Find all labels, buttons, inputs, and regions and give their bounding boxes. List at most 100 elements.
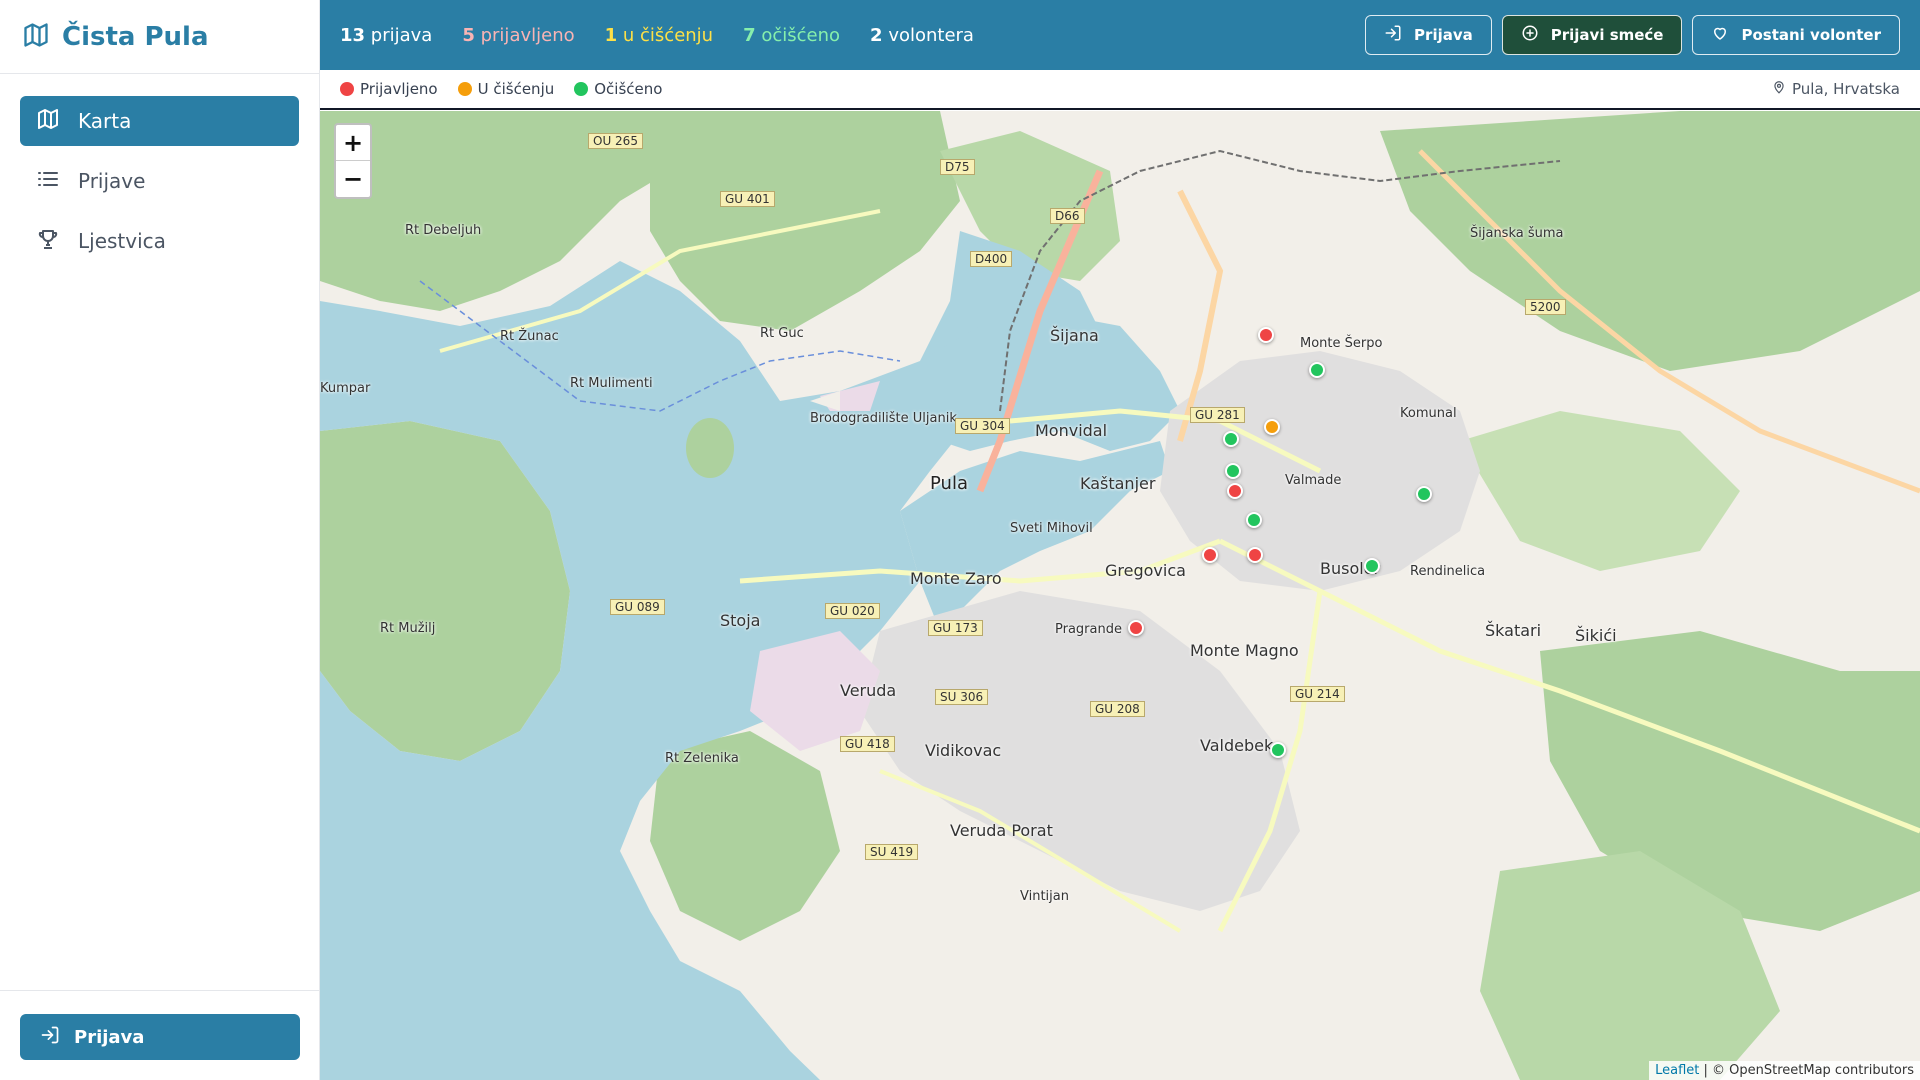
map-label-valmade: Valmade [1285,473,1342,488]
road-shield: D75 [940,159,975,175]
stat-label: prijavljeno [480,24,575,46]
road-shield: GU 173 [928,620,983,636]
list-icon [36,167,60,196]
map-attribution: Leaflet | © OpenStreetMap contributors [1649,1061,1920,1080]
map-marker-cleaned[interactable] [1416,486,1432,502]
road-shield: GU 020 [825,603,880,619]
map-label-veruda-porat: Veruda Porat [950,821,1053,840]
stat-cleaning: 1 u čišćenju [605,25,713,46]
topbar-actions: Prijava Prijavi smeće Postani volonter [1355,15,1920,55]
stat-total: 13 prijava [340,25,432,46]
sidebar: Čista Pula Karta Prijave Ljestvica Prija… [0,0,320,1080]
road-shield: D400 [970,251,1013,267]
report-trash-label: Prijavi smeće [1550,26,1664,44]
map-label-brodogradiliste: Brodogradilište Uljanik [810,411,957,426]
map-label-pula: Pula [930,473,968,494]
map-marker-reported[interactable] [1202,547,1218,563]
map-view[interactable]: Pula Šijana Monvidal Kaštanjer Sveti Mih… [320,111,1920,1080]
report-trash-button[interactable]: Prijavi smeće [1501,15,1683,55]
map-label-sijanska-suma: Šijanska šuma [1470,226,1564,241]
sidebar-item-karta[interactable]: Karta [20,96,299,146]
stat-count: 1 [604,24,618,46]
map-marker-reported[interactable] [1128,620,1144,636]
stat-count: 13 [340,24,366,46]
login-icon [40,1025,60,1050]
stat-cleaned: 7 očišćeno [743,25,840,46]
map-marker-reported[interactable] [1258,327,1274,343]
app-title: Čista Pula [62,21,209,52]
map-label-rt-muzilj: Rt Mužilj [380,621,436,636]
status-legend: Prijavljeno U čišćenju Očišćeno Pula, Hr… [320,70,1920,110]
map-marker-cleaned[interactable] [1364,558,1380,574]
map-label-kastanjer: Kaštanjer [1080,474,1156,493]
road-shield: D66 [1050,208,1085,224]
stat-count: 5 [462,24,475,46]
road-shield: GU 418 [840,736,895,752]
stat-label: u čišćenju [622,24,714,46]
heart-hand-icon [1711,24,1741,46]
sidebar-login-button[interactable]: Prijava [20,1014,300,1060]
brand[interactable]: Čista Pula [0,0,319,74]
legend-cleaned: Očišćeno [574,80,662,98]
login-button[interactable]: Prijava [1365,15,1492,55]
map-marker-reported[interactable] [1247,547,1263,563]
map-label-komunal: Komunal [1400,406,1457,421]
map-label-pragrande: Pragrande [1055,622,1122,637]
location-indicator: Pula, Hrvatska [1772,80,1920,98]
login-button-label: Prijava [1414,26,1473,44]
road-shield: SU 419 [865,844,919,860]
zoom-out-button[interactable]: − [336,161,370,197]
stat-volunteers: 2 volontera [870,25,974,46]
stat-label: očišćeno [761,24,841,46]
become-volunteer-button[interactable]: Postani volonter [1692,15,1900,55]
map-marker-cleaning[interactable] [1264,419,1280,435]
zoom-in-button[interactable]: + [336,125,370,161]
map-label-rt-mulimenti: Rt Mulimenti [570,376,653,391]
sidebar-login-label: Prijava [74,1026,145,1048]
map-label-skatari: Škatari [1485,621,1542,640]
green-dot-icon [574,82,589,96]
map-label-vidikovac: Vidikovac [925,741,1002,760]
sidebar-item-label: Ljestvica [78,229,166,253]
road-shield: GU 281 [1190,407,1245,423]
map-icon [36,107,60,136]
map-marker-cleaned[interactable] [1225,463,1241,479]
sidebar-item-label: Karta [78,109,132,133]
road-shield: GU 208 [1090,701,1145,717]
map-marker-reported[interactable] [1227,483,1243,499]
map-marker-cleaned[interactable] [1309,362,1325,378]
map-label-monte-serpo: Monte Šerpo [1300,336,1383,351]
map-label-gregovica: Gregovica [1105,561,1186,580]
location-label: Pula, Hrvatska [1791,80,1900,98]
map-pin-icon [1772,80,1792,98]
map-label-monte-magno: Monte Magno [1190,641,1299,660]
zoom-control: + − [334,123,372,199]
stat-reported: 5 prijavljeno [462,25,574,46]
legend-label: U čišćenju [477,80,555,98]
leaflet-link[interactable]: Leaflet [1655,1063,1699,1078]
stats-bar: 13 prijava 5 prijavljeno 1 u čišćenju 7 … [320,25,1004,46]
map-label-vintijan: Vintijan [1020,889,1069,904]
stat-label: prijava [370,24,433,46]
sidebar-item-ljestvica[interactable]: Ljestvica [20,216,299,266]
plus-circle-icon [1521,24,1551,46]
map-tiles [320,111,1920,1080]
map-label-rt-debeljuh: Rt Debeljuh [405,223,482,238]
road-shield: GU 401 [720,191,775,207]
map-label-sikici: Šikići [1575,626,1617,645]
road-shield: SU 306 [935,689,989,705]
map-marker-cleaned[interactable] [1223,431,1239,447]
map-label-sijana: Šijana [1050,326,1099,345]
map-label-kumpar: Kumpar [320,381,371,396]
sidebar-item-prijave[interactable]: Prijave [20,156,299,206]
map-icon [22,21,50,53]
become-volunteer-label: Postani volonter [1741,26,1881,44]
map-label-monvidal: Monvidal [1035,421,1108,440]
map-marker-cleaned[interactable] [1270,742,1286,758]
road-shield: GU 089 [610,599,665,615]
map-label-valdebek: Valdebek [1200,736,1274,755]
sidebar-item-label: Prijave [78,169,146,193]
road-shield: OU 265 [588,133,643,149]
osm-attribution: | © OpenStreetMap contributors [1703,1063,1915,1078]
map-marker-cleaned[interactable] [1246,512,1262,528]
